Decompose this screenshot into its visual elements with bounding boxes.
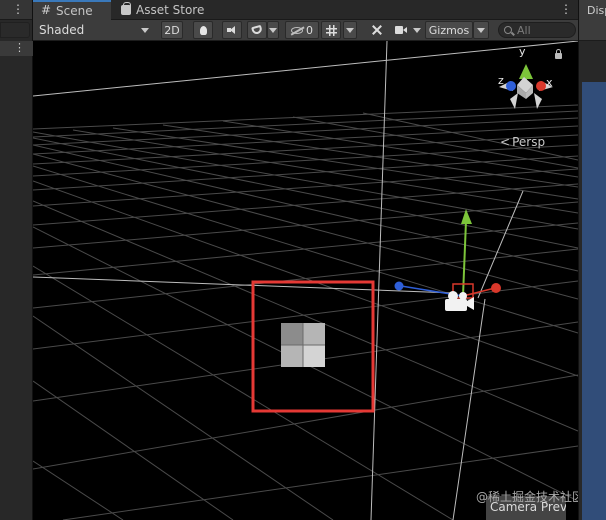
gizmo-axis-x-label: x bbox=[546, 76, 553, 89]
scene-toolbar: Shaded 2D 0 Gizmos All bbox=[33, 20, 578, 41]
game-view bbox=[582, 82, 606, 520]
watermark-text: @稀土掘金技术社区 bbox=[476, 490, 578, 504]
perspective-icon: < bbox=[500, 135, 511, 149]
gizmos-button[interactable]: Gizmos bbox=[425, 21, 473, 39]
scene-canvas bbox=[33, 41, 578, 520]
game-panel: Disp bbox=[578, 0, 606, 520]
draw-mode-dropdown[interactable]: Shaded bbox=[35, 21, 155, 39]
scene-tab-bar: Scene Asset Store ⋮ bbox=[33, 0, 578, 20]
horizon-fade bbox=[33, 41, 578, 101]
gizmos-dropdown-button[interactable] bbox=[473, 21, 489, 39]
effects-toggle-button[interactable] bbox=[247, 21, 267, 39]
tab-game[interactable]: Disp bbox=[579, 0, 606, 20]
hierarchy-scene-row[interactable]: ⋮ bbox=[0, 41, 33, 56]
ground-grid bbox=[33, 104, 578, 520]
grid-dropdown-button[interactable] bbox=[343, 21, 357, 39]
camera-transform-gizmo[interactable] bbox=[394, 209, 502, 311]
lock-icon[interactable] bbox=[555, 49, 562, 59]
toggle-2d-label: 2D bbox=[164, 23, 180, 37]
chevron-down-icon bbox=[141, 27, 149, 33]
sprite-object[interactable] bbox=[281, 323, 325, 367]
camera-settings-button[interactable] bbox=[391, 21, 411, 39]
speaker-icon bbox=[227, 26, 237, 34]
tab-scene[interactable]: Scene bbox=[33, 0, 111, 20]
hierarchy-panel: ⋮ ⋮ bbox=[0, 0, 33, 520]
lighting-toggle-button[interactable] bbox=[193, 21, 213, 39]
tab-asset-store-label: Asset Store bbox=[136, 3, 205, 17]
component-tools-button[interactable] bbox=[367, 21, 387, 39]
hierarchy-tab-bar: ⋮ bbox=[0, 0, 32, 20]
camera-icon bbox=[395, 26, 407, 34]
effects-dropdown-button[interactable] bbox=[267, 21, 279, 39]
projection-label: Persp bbox=[512, 135, 546, 149]
asset-store-bag-icon bbox=[121, 2, 131, 15]
hierarchy-search-input[interactable] bbox=[0, 22, 30, 38]
camera-dropdown-button[interactable] bbox=[411, 21, 423, 39]
game-display-label: Disp bbox=[587, 3, 606, 17]
search-icon bbox=[504, 26, 512, 34]
gizmos-label: Gizmos bbox=[428, 23, 470, 37]
scene-viewport[interactable]: y z x < Persp Camera Previe @稀土掘金技术社区 bbox=[33, 41, 578, 520]
scene-row-menu-icon[interactable]: ⋮ bbox=[14, 41, 25, 54]
grid-toggle-button[interactable] bbox=[321, 21, 341, 39]
search-placeholder: All bbox=[517, 23, 531, 37]
scene-visibility-button[interactable]: 0 bbox=[285, 21, 319, 39]
grid-icon bbox=[325, 24, 337, 36]
chevron-down-icon bbox=[477, 27, 485, 33]
lightbulb-icon bbox=[199, 25, 207, 35]
hierarchy-menu-icon[interactable]: ⋮ bbox=[12, 2, 24, 16]
audio-toggle-button[interactable] bbox=[222, 21, 242, 39]
draw-mode-label: Shaded bbox=[39, 23, 85, 37]
tab-asset-store[interactable]: Asset Store bbox=[113, 0, 213, 20]
gizmo-axis-y-label: y bbox=[519, 45, 526, 58]
scene-search-input[interactable]: All bbox=[498, 22, 576, 38]
effects-icon bbox=[251, 24, 263, 36]
scene-panel-menu-icon[interactable]: ⋮ bbox=[560, 2, 572, 16]
chevron-down-icon bbox=[413, 27, 421, 33]
projection-toggle[interactable]: < Persp bbox=[500, 135, 545, 149]
tab-scene-label: Scene bbox=[56, 4, 93, 18]
game-toolbar bbox=[579, 20, 606, 41]
eye-hidden-icon bbox=[291, 26, 303, 34]
chevron-down-icon bbox=[346, 27, 354, 33]
scene-grid-icon bbox=[41, 3, 51, 17]
toggle-2d-button[interactable]: 2D bbox=[161, 21, 183, 39]
tools-icon bbox=[371, 24, 383, 36]
hidden-object-count: 0 bbox=[306, 23, 313, 37]
chevron-down-icon bbox=[269, 27, 277, 33]
gizmo-axis-z-label: z bbox=[498, 74, 504, 87]
